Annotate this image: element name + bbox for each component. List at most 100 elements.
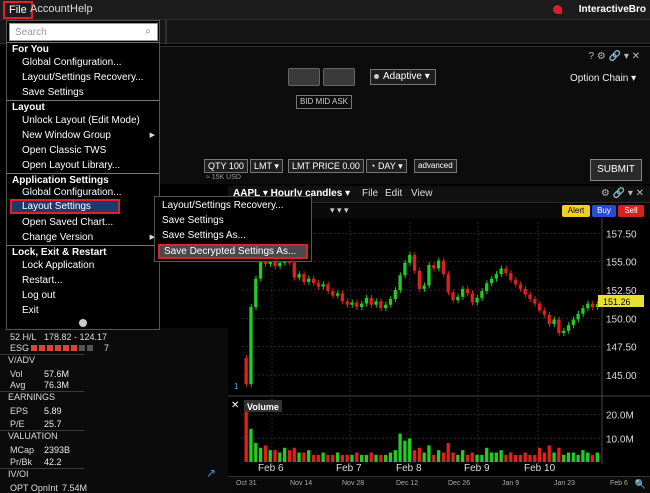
menu-item-app-global-config[interactable]: Global Configuration... bbox=[7, 185, 159, 200]
submit-button[interactable]: SUBMIT bbox=[590, 159, 642, 181]
tif-value: DAY bbox=[377, 161, 396, 171]
candle bbox=[475, 297, 479, 303]
menu-item-exit[interactable]: Exit bbox=[7, 303, 159, 318]
ask-button[interactable] bbox=[323, 68, 355, 86]
menu-item-layout-settings[interactable]: Layout Settings bbox=[10, 199, 120, 214]
volume-bar bbox=[374, 454, 378, 462]
option-chain-button[interactable]: Option Chain ▾ bbox=[570, 73, 636, 84]
option-chain-label: Option Chain bbox=[570, 73, 629, 84]
prbk-value: 42.2 bbox=[44, 457, 62, 467]
menu-item-open-layout-library[interactable]: Open Layout Library... bbox=[7, 158, 159, 173]
menu-item-open-classic-tws[interactable]: Open Classic TWS bbox=[7, 143, 159, 158]
alert-button[interactable]: Alert bbox=[562, 205, 590, 217]
menu-item-settings-recovery[interactable]: Layout/Settings Recovery... bbox=[7, 70, 159, 85]
menu-item-unlock-layout[interactable]: Unlock Layout (Edit Mode) bbox=[7, 113, 159, 128]
candle bbox=[359, 303, 364, 307]
algo-select[interactable]: Adaptive ▾ bbox=[370, 69, 436, 85]
candle bbox=[571, 319, 575, 326]
volume-bar bbox=[528, 454, 532, 462]
file-menu-button[interactable]: File bbox=[3, 1, 33, 19]
chart-controls-icon[interactable]: ⚙ 🔗 ▾ ✕ bbox=[601, 188, 644, 199]
vadv-header: V/ADV bbox=[0, 354, 84, 365]
volume-bar bbox=[523, 452, 527, 462]
timeline-zoom-icon[interactable]: 🔍 bbox=[635, 479, 646, 490]
menu-item-change-version[interactable]: Change Version ▶ bbox=[7, 230, 159, 245]
limit-price-field[interactable]: LMT PRICE 0.00 bbox=[288, 159, 364, 173]
submenu-item-save-settings[interactable]: Save Settings bbox=[155, 213, 311, 228]
candle bbox=[417, 270, 421, 289]
volume-bar bbox=[268, 450, 272, 462]
radio-dot-icon bbox=[374, 74, 379, 79]
buy-button[interactable]: Buy bbox=[592, 205, 616, 217]
candle bbox=[562, 330, 566, 334]
volume-bar bbox=[417, 447, 421, 462]
candle bbox=[432, 265, 436, 269]
close-volume-icon[interactable]: ✕ bbox=[231, 400, 239, 411]
volume-bar bbox=[480, 454, 484, 462]
chart-tools-icon[interactable]: ▾ ▾ ▾ bbox=[330, 205, 349, 216]
candle bbox=[321, 284, 325, 287]
menu-item-open-saved-chart[interactable]: Open Saved Chart... bbox=[7, 215, 159, 230]
scroll-indicator-icon[interactable] bbox=[79, 319, 87, 327]
timeline-label: Dec 26 bbox=[448, 480, 471, 487]
bid-mid-ask-toggle[interactable]: BID MID ASK bbox=[296, 95, 352, 109]
submenu-item-save-decrypted-settings[interactable]: Save Decrypted Settings As... bbox=[158, 244, 308, 259]
volume-bar bbox=[576, 454, 580, 462]
price-tick-label: 155.00 bbox=[606, 258, 637, 269]
chart-edit-menu[interactable]: Edit bbox=[385, 188, 402, 199]
volume-bar bbox=[412, 450, 417, 462]
panel-controls-icon[interactable]: ? ⚙ 🔗 ▾ ✕ bbox=[589, 51, 641, 62]
submenu-item-save-settings-as[interactable]: Save Settings As... bbox=[155, 228, 311, 243]
candle bbox=[374, 301, 378, 305]
timeline-navigator[interactable]: 🔍 Oct 31 Nov 14 Nov 28 Dec 12 Dec 26 Jan 9 Jan … bbox=[228, 476, 650, 493]
submenu-item-settings-recovery[interactable]: Layout/Settings Recovery... bbox=[155, 198, 311, 213]
bid-button[interactable] bbox=[288, 68, 320, 86]
volume-bar bbox=[345, 454, 349, 462]
menu-search-input[interactable]: Search ⌕ bbox=[9, 23, 158, 41]
menu-item-lock-application[interactable]: Lock Application bbox=[7, 258, 159, 273]
quantity-field[interactable]: QTY 100 bbox=[204, 159, 248, 173]
menu-item-new-window-group[interactable]: New Window Group ▶ bbox=[7, 128, 159, 143]
order-type-select[interactable]: LMT ▾ bbox=[250, 159, 283, 173]
sell-button[interactable]: Sell bbox=[618, 205, 644, 217]
volume-bar bbox=[287, 450, 292, 462]
mcap-value: 2393B bbox=[44, 445, 71, 455]
volume-bar bbox=[321, 452, 325, 462]
volume-bar bbox=[590, 454, 595, 462]
volume-bar bbox=[499, 450, 503, 462]
menu-item-restart[interactable]: Restart... bbox=[7, 273, 159, 288]
avg-label: Avg bbox=[10, 380, 26, 390]
algo-label: Adaptive bbox=[383, 71, 422, 82]
submenu-arrow-icon: ▶ bbox=[149, 132, 155, 139]
volume-bar bbox=[307, 450, 311, 462]
candle bbox=[537, 303, 542, 311]
menu-item-save-settings[interactable]: Save Settings bbox=[7, 85, 159, 100]
order-type-value: LMT bbox=[254, 161, 272, 171]
candle bbox=[278, 262, 282, 267]
menu-item-log-out[interactable]: Log out bbox=[7, 288, 159, 303]
candle bbox=[557, 319, 561, 334]
volume-bar bbox=[335, 452, 340, 462]
volume-bar bbox=[436, 450, 441, 462]
account-menu-button[interactable]: Account bbox=[30, 3, 70, 15]
menu-item-global-config[interactable]: Global Configuration... bbox=[7, 55, 159, 70]
volume-bar bbox=[595, 452, 599, 462]
chart-view-menu[interactable]: View bbox=[411, 188, 433, 199]
candle bbox=[258, 259, 263, 279]
candle bbox=[494, 274, 498, 279]
help-menu-button[interactable]: Help bbox=[70, 3, 93, 15]
price-tick-label: 157.50 bbox=[606, 229, 637, 240]
tif-select[interactable]: ◔ DAY ▾ bbox=[366, 159, 407, 173]
volume-bar bbox=[282, 447, 287, 462]
chart-file-menu[interactable]: File bbox=[362, 188, 378, 199]
prbk-label: Pr/Bk bbox=[10, 457, 33, 467]
volume-bar bbox=[422, 452, 426, 462]
candle bbox=[446, 274, 450, 293]
volume-bar bbox=[292, 447, 296, 462]
timezone-icon: 1 bbox=[234, 382, 239, 391]
candle bbox=[465, 288, 470, 294]
expand-arrow-icon[interactable]: ↗ bbox=[206, 466, 216, 480]
volume-bar bbox=[364, 454, 369, 462]
advanced-button[interactable]: advanced bbox=[414, 159, 457, 173]
hl-value: 178.82 - 124.17 bbox=[44, 332, 108, 342]
